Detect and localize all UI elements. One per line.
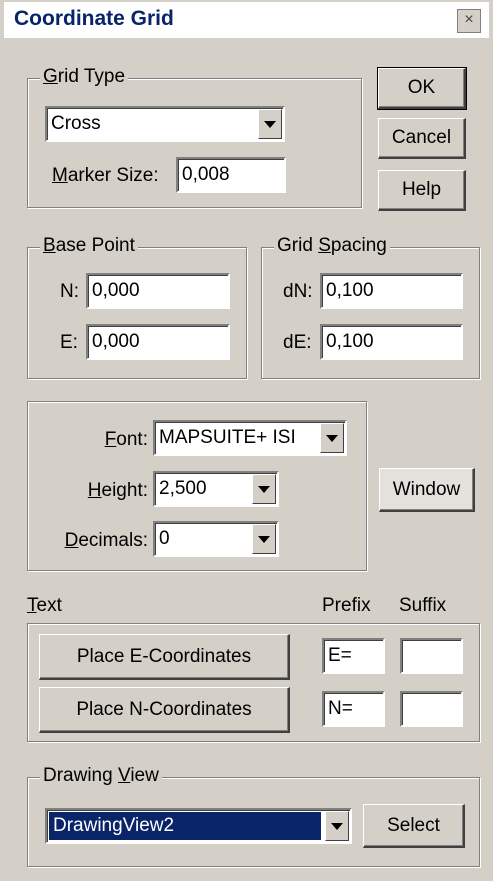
base-n-input[interactable]: 0,000 [86,273,230,309]
decimals-label: Decimals: [64,530,148,551]
help-button[interactable]: Help [378,170,466,211]
base-n-label: N: [60,281,79,302]
n-suffix-input[interactable] [400,691,463,727]
decimals-select[interactable]: 0 [153,521,279,557]
chevron-down-icon[interactable] [258,109,282,139]
height-select[interactable]: 2,500 [153,471,279,507]
window-title: Coordinate Grid [14,7,174,30]
font-value: MAPSUITE+ ISI [159,427,296,448]
drawing-view-legend: Drawing View [40,765,162,787]
height-value: 2,500 [159,478,207,499]
ok-button[interactable]: OK [377,67,467,110]
chevron-down-icon[interactable] [320,423,344,453]
text-section-label: Text [27,595,62,616]
grid-type-legend: Grid Type [40,66,129,88]
suffix-header: Suffix [399,595,447,616]
base-point-legend: Base Point [40,235,138,257]
font-label: Font: [104,429,148,450]
spacing-dn-label: dN: [283,281,313,302]
cancel-button[interactable]: Cancel [378,118,466,159]
window-button[interactable]: Window [379,468,475,512]
place-n-coordinates-button[interactable]: Place N-Coordinates [39,687,290,733]
spacing-de-input[interactable]: 0,100 [320,324,463,360]
close-icon[interactable]: × [457,9,481,33]
height-label: Height: [87,480,148,501]
n-prefix-input[interactable]: N= [322,691,385,727]
marker-size-label: Marker Size: [52,165,159,186]
select-button[interactable]: Select [363,804,465,848]
marker-size-input[interactable]: 0,008 [176,157,286,193]
drawing-view-select[interactable]: DrawingView2 [45,808,352,844]
e-suffix-input[interactable] [400,638,463,674]
drawing-view-value: DrawingView2 [49,812,321,840]
chevron-down-icon[interactable] [252,474,276,504]
base-e-input[interactable]: 0,000 [86,324,230,360]
title-bar: Coordinate Grid × [4,2,489,38]
spacing-dn-input[interactable]: 0,100 [320,273,463,309]
decimals-value: 0 [159,528,170,549]
base-e-label: E: [60,332,78,353]
place-e-coordinates-button[interactable]: Place E-Coordinates [39,634,290,680]
coordinate-grid-dialog: Coordinate Grid × Grid Type Cross Marker… [0,0,493,881]
grid-spacing-legend: Grid Spacing [274,235,390,257]
chevron-down-icon[interactable] [325,811,349,841]
prefix-header: Prefix [322,595,371,616]
font-select[interactable]: MAPSUITE+ ISI [153,420,347,456]
grid-type-value: Cross [51,113,101,134]
grid-type-select[interactable]: Cross [45,106,285,142]
spacing-de-label: dE: [283,332,312,353]
e-prefix-input[interactable]: E= [322,638,385,674]
chevron-down-icon[interactable] [252,524,276,554]
